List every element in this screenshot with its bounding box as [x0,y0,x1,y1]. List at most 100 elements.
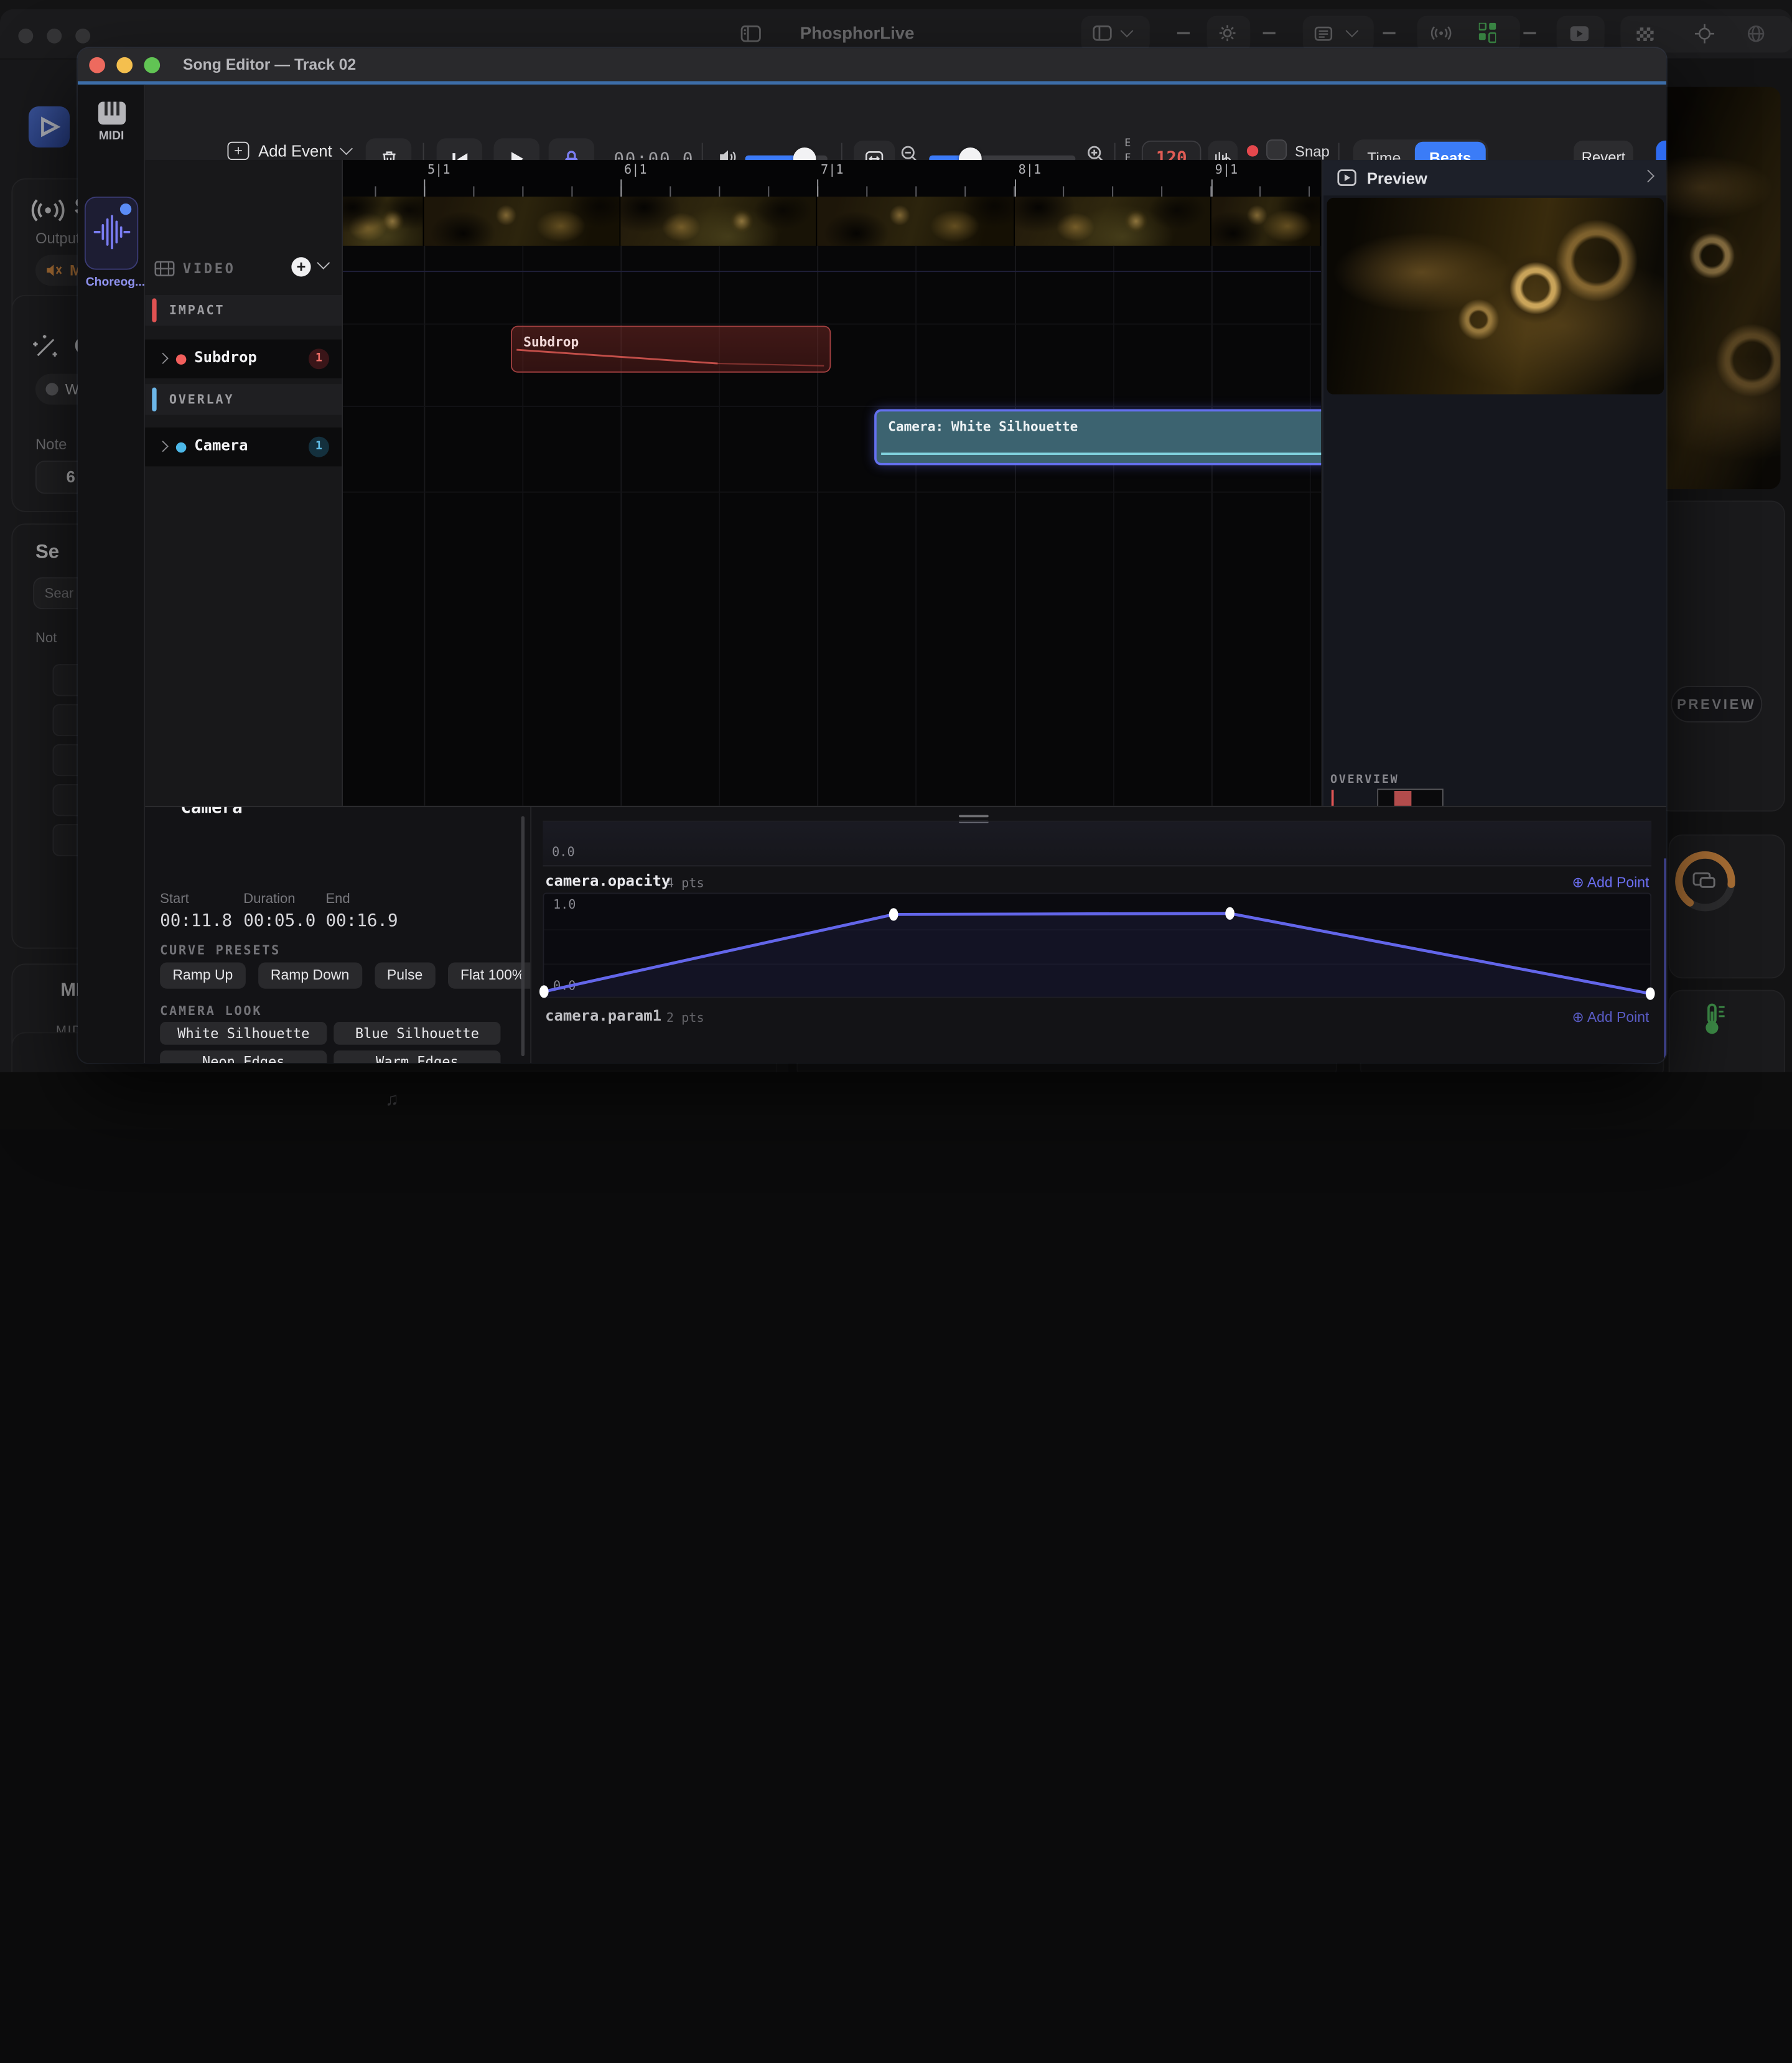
major-tick [818,179,819,197]
video-section-header: VIDEO + [145,251,342,286]
duration-value[interactable]: 00:05.0 [243,910,315,930]
beat-ruler[interactable]: 5|16|17|18|19|1 [343,160,1321,197]
panel-layout-icon[interactable] [1093,25,1112,41]
crosshair-icon[interactable] [1695,24,1714,44]
qr-code-icon[interactable] [1479,23,1496,44]
preset-button-pulse[interactable]: Pulse [375,963,436,989]
opacity-curve-lane[interactable]: 1.0 0.0 [543,892,1651,998]
add-event-button[interactable]: + Add Event [228,142,351,160]
add-point-button[interactable]: ⊕ Add Point [1572,873,1649,891]
globe-icon[interactable] [1747,24,1766,44]
rail-choreo-label: Choreog... [86,276,139,289]
record-indicator[interactable] [1247,145,1258,156]
overview-label: OVERVIEW [1330,774,1399,786]
track-list: VIDEO + IMPACT Subdrop 1 OVERLAY [145,160,343,806]
rail-item-choreography[interactable]: Choreog... [85,197,138,270]
status-dot [45,383,58,395]
duration-label: Duration [243,891,295,907]
end-value[interactable]: 00:16.9 [325,910,398,930]
param1-curve-header: camera.param1 2 pts ⊕ Add Point [543,1008,1651,1029]
curve-point[interactable] [1646,988,1655,1000]
gpu-card: 67% GPU [1669,835,1785,978]
music-note-icon[interactable]: ♫ [385,1090,399,1111]
chevron-down-icon [1122,31,1132,35]
broadcast-icon [31,195,65,225]
screen: PhosphorLive [0,0,1792,1120]
bg-media-view [1666,87,1781,490]
checkerboard-icon[interactable] [1636,27,1654,41]
end-label: End [325,891,350,907]
inspector-title: Camera [180,807,243,818]
add-track-button[interactable]: + [291,257,310,276]
close-button[interactable] [89,57,105,73]
bg-panel-button[interactable] [1081,16,1150,53]
beat-label: 5|1 [427,162,450,177]
plus-square-icon: + [228,142,250,160]
overlay-group-name: OVERLAY [169,392,234,407]
bg-list-button[interactable] [1303,16,1374,53]
sidebar-toggle-icon[interactable] [740,25,761,42]
subdrop-clip[interactable]: Subdrop [511,325,831,372]
minus-icon [1263,32,1276,34]
bg-minimize-button[interactable] [47,29,62,44]
inspector-scrollbar[interactable] [521,816,525,1056]
look-button-blue-silhouette[interactable]: Blue Silhouette [334,1022,500,1045]
piano-icon [96,101,126,126]
camera-clip-label: Camera: White Silhouette [888,418,1078,434]
bg-zoom-button[interactable] [75,29,90,44]
play-window-icon[interactable] [1569,25,1590,42]
filmstrip-thumbnail [1211,197,1321,246]
track-row-camera[interactable]: Camera 1 [145,428,342,466]
preset-button-ramp-down[interactable]: Ramp Down [258,963,362,989]
camera-count-badge: 1 [309,437,329,457]
curve-editor: 0.0 camera.opacity 4 pts ⊕ Add Point 1.0… [543,807,1666,1063]
preset-button-ramp-up[interactable]: Ramp Up [160,963,245,989]
curve-point[interactable] [889,908,898,920]
toolbar: + Add Event 00:00.0 [145,85,1666,161]
expand-chevron-icon[interactable] [157,441,169,452]
add-point-button[interactable]: ⊕ Add Point [1572,1008,1649,1026]
filmstrip-thumbnail [424,197,621,246]
chevron-down-icon[interactable] [317,256,330,269]
major-tick [424,179,426,197]
zoom-button[interactable] [144,57,160,73]
curve-point[interactable] [539,985,549,998]
look-button-white-silhouette[interactable]: White Silhouette [160,1022,327,1045]
expand-chevron-icon[interactable] [157,353,169,364]
preview-header[interactable]: Preview [1323,160,1666,195]
filmstrip-thumbnail [1015,197,1211,246]
notification-dot [120,203,131,215]
bar-grid-line [1211,246,1213,806]
minus-icon [1523,32,1536,34]
curve-point[interactable] [1225,907,1234,920]
thermometer-icon [1695,1003,1732,1037]
window-titlebar[interactable]: Song Editor — Track 02 [78,48,1666,81]
filmstrip-thumbnail [818,197,1015,246]
camera-clip[interactable]: Camera: White Silhouette [874,409,1321,465]
bg-preview-button[interactable]: PREVIEW [1671,686,1762,723]
chevron-down-icon [1348,31,1357,35]
track-row-subdrop[interactable]: Subdrop 1 [145,340,342,378]
gear-icon[interactable] [1218,24,1236,42]
app-logo[interactable] [29,106,70,147]
previous-curve-lane[interactable]: 0.0 [543,821,1651,866]
film-icon [154,261,175,277]
snap-checkbox[interactable] [1266,139,1287,160]
window-title: Song Editor — Track 02 [183,56,356,73]
rail-item-midi[interactable]: MIDI [82,101,141,143]
impact-group-header[interactable]: IMPACT [145,295,342,326]
chevron-right-icon[interactable] [1641,169,1654,182]
preset-button-flat-100-[interactable]: Flat 100% [448,963,531,989]
start-label: Start [160,891,189,907]
look-button-warm-edges[interactable]: Warm Edges [334,1050,500,1063]
look-button-neon-edges[interactable]: Neon Edges [160,1050,327,1063]
minimize-button[interactable] [116,57,133,73]
overlay-group-header[interactable]: OVERLAY [145,384,342,415]
bg-close-button[interactable] [18,29,33,44]
broadcast-icon[interactable] [1431,24,1452,42]
timeline[interactable]: 5|16|17|18|19|1 Subdrop Camera: White Si… [343,160,1321,806]
list-icon[interactable] [1314,26,1332,41]
major-tick [1211,179,1213,197]
start-value[interactable]: 00:11.8 [160,910,232,930]
half-bar-grid-line [1113,246,1114,806]
